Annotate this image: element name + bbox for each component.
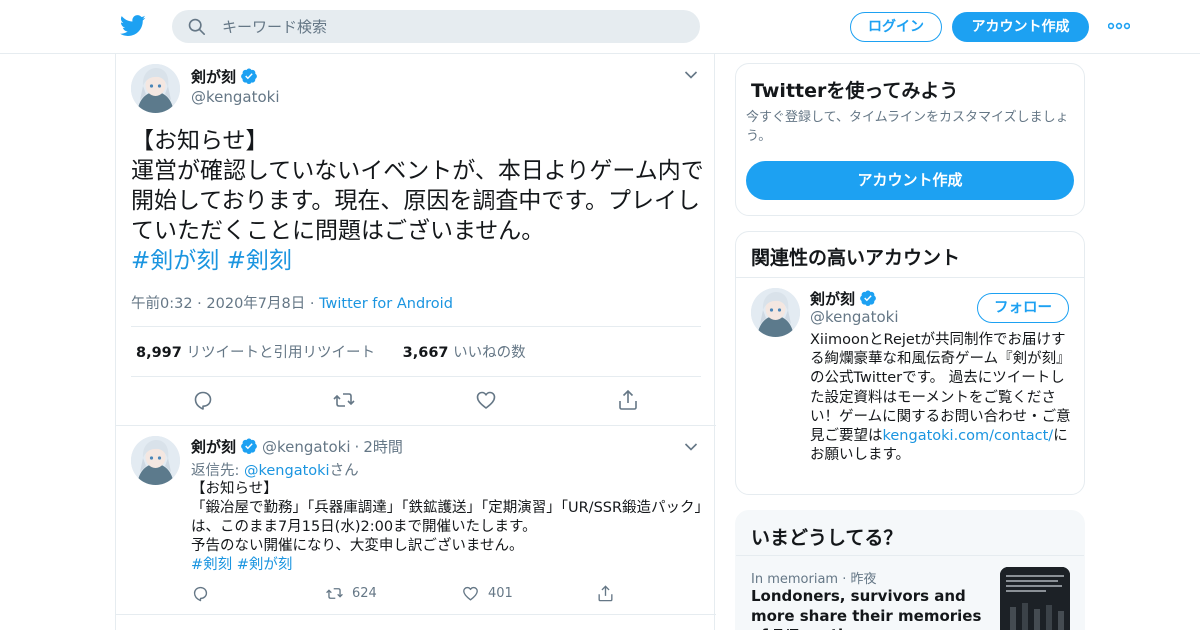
verified-badge-icon — [241, 68, 257, 85]
reply-prefix: 返信先: — [191, 463, 244, 479]
retweets-stat[interactable]: 8,997 リツイートと引用リツイート — [136, 345, 375, 361]
reply-age[interactable]: 2時間 — [363, 438, 403, 456]
reply-icon[interactable] — [191, 388, 215, 412]
like-button[interactable]: 401 — [461, 584, 513, 604]
reply-author[interactable]: 剣が刻 @kengatoki · 2時間 — [191, 436, 403, 457]
share-icon — [598, 585, 613, 602]
avatar-image — [751, 288, 800, 337]
avatar-image — [131, 436, 180, 485]
reply-to-link[interactable]: @kengatoki — [244, 463, 330, 479]
card-title: 関連性の高いアカウント — [751, 247, 961, 269]
share-icon[interactable] — [616, 388, 640, 412]
avatar-image — [131, 64, 180, 113]
separator-dot: · — [354, 438, 360, 456]
share-button[interactable] — [596, 584, 615, 604]
hashtag-link[interactable]: #剣刻 — [191, 557, 232, 573]
account-name[interactable]: 剣が刻 — [810, 288, 877, 309]
verified-badge-icon — [241, 438, 257, 455]
hashtag-link[interactable]: #剣刻 — [227, 248, 292, 274]
related-accounts-card: 関連性の高いアカウント 剣が刻 @kengatoki フォロー Xiimoonと… — [735, 231, 1085, 495]
divider — [131, 326, 701, 327]
retweet-icon[interactable] — [332, 388, 356, 412]
retweet-button[interactable]: 624 — [325, 584, 377, 604]
author-name[interactable]: 剣が刻 — [191, 66, 258, 87]
like-icon — [463, 586, 478, 601]
main-column: 剣が刻 @kengatoki 【お知らせ】 運営が確認していないイベントが、本日… — [115, 54, 716, 630]
trends-card: いまどうしてる？ In memoriam · 昨夜 Londoners, sur… — [735, 510, 1085, 630]
search-input[interactable] — [222, 10, 682, 43]
retweet-count: 624 — [352, 586, 377, 601]
reply-body: 【お知らせ】 「鍛冶屋で勤務」「兵器庫調達」「鉄鉱護送」「定期演習」「UR/SS… — [191, 481, 702, 554]
verified-badge-icon — [860, 290, 876, 307]
search-box[interactable] — [172, 10, 700, 43]
likes-stat[interactable]: 3,667 いいねの数 — [403, 345, 526, 361]
tweet-text: 【お知らせ】 運営が確認していないイベントが、本日よりゲーム内で開始しております… — [131, 126, 706, 276]
like-icon[interactable] — [474, 388, 498, 412]
divider — [116, 614, 716, 615]
signup-button[interactable]: アカウント作成 — [952, 12, 1089, 42]
tweet-actions — [116, 388, 716, 414]
card-subtitle: 今すぐ登録して、タイムラインをカスタマイズしましょう。 — [746, 110, 1069, 144]
chevron-down-icon[interactable] — [684, 70, 698, 80]
replying-to: 返信先: @kengatokiさん — [191, 459, 359, 480]
account-bio: XiimoonとRejetが共同制作でお届けする絢爛豪華な和風伝奇ゲーム『剣が刻… — [810, 331, 1076, 465]
chevron-down-icon[interactable] — [684, 442, 698, 452]
retweets-label: リツイートと引用リツイート — [186, 345, 375, 361]
trend-meta: In memoriam · 昨夜 — [751, 572, 877, 587]
retweet-icon — [326, 588, 343, 599]
twitter-logo-icon[interactable] — [120, 14, 146, 38]
like-count: 401 — [488, 586, 513, 601]
divider — [736, 555, 1084, 556]
divider — [736, 277, 1084, 278]
tweet-time[interactable]: 午前0:32 — [131, 296, 193, 312]
trend-thumbnail[interactable] — [1000, 567, 1070, 630]
follow-button[interactable]: フォロー — [977, 293, 1069, 323]
likes-label: いいねの数 — [453, 345, 526, 361]
card-title: Twitterを使ってみよう — [751, 80, 959, 102]
reply-handle[interactable]: @kengatoki — [262, 438, 351, 456]
tweet-date[interactable]: 2020年7月8日 — [206, 296, 305, 312]
tweet-body: 【お知らせ】 運営が確認していないイベントが、本日よりゲーム内で開始しております… — [131, 128, 704, 244]
avatar[interactable] — [131, 64, 180, 113]
reply-text: 【お知らせ】 「鍛冶屋で勤務」「兵器庫調達」「鉄鉱護送」「定期演習」「UR/SS… — [191, 480, 706, 575]
hashtag-link[interactable]: #剣が刻 — [237, 557, 293, 573]
trend-headline[interactable]: Londoners, survivors and more share thei… — [751, 587, 991, 630]
reply-tweet[interactable]: 剣が刻 @kengatoki · 2時間 返信先: @kengatokiさん 【お知ら… — [116, 426, 716, 616]
avatar[interactable] — [131, 436, 180, 485]
display-name[interactable]: 剣が刻 — [191, 68, 236, 86]
avatar[interactable] — [751, 288, 800, 337]
trend-thumbnail-image — [1000, 567, 1070, 630]
trend-category: In memoriam — [751, 572, 839, 587]
reply-icon — [193, 586, 208, 602]
signup-card: Twitterを使ってみよう 今すぐ登録して、タイムラインをカスタマイズしましょ… — [735, 63, 1085, 216]
tweet-metadata: 午前0:32 · 2020年7月8日 · Twitter for Android — [131, 296, 453, 312]
likes-count: 3,667 — [402, 345, 449, 361]
tweet-stats: 8,997 リツイートと引用リツイート 3,667 いいねの数 — [136, 341, 526, 362]
account-handle[interactable]: @kengatoki — [810, 308, 899, 326]
bio-link[interactable]: kengatoki.com/contact/ — [883, 428, 1054, 444]
more-options-icon[interactable] — [1108, 22, 1130, 30]
author-handle[interactable]: @kengatoki — [191, 88, 280, 106]
next-tweet-peek — [131, 624, 701, 630]
divider — [131, 376, 701, 377]
reply-button[interactable] — [191, 584, 210, 604]
reply-suffix: さん — [329, 463, 359, 479]
login-button[interactable]: ログイン — [850, 12, 942, 42]
search-icon — [188, 18, 206, 36]
display-name[interactable]: 剣が刻 — [191, 438, 236, 456]
retweets-count: 8,997 — [136, 345, 182, 361]
tweet-source-link[interactable]: Twitter for Android — [319, 296, 453, 312]
card-title: いまどうしてる？ — [751, 527, 903, 549]
reply-actions: 624 401 — [191, 584, 706, 606]
trend-age: 昨夜 — [850, 572, 877, 587]
create-account-button[interactable]: アカウント作成 — [746, 161, 1074, 200]
top-bar: ログイン アカウント作成 — [0, 0, 1200, 54]
hashtag-link[interactable]: #剣が刻 — [131, 248, 219, 274]
display-name[interactable]: 剣が刻 — [810, 290, 855, 308]
